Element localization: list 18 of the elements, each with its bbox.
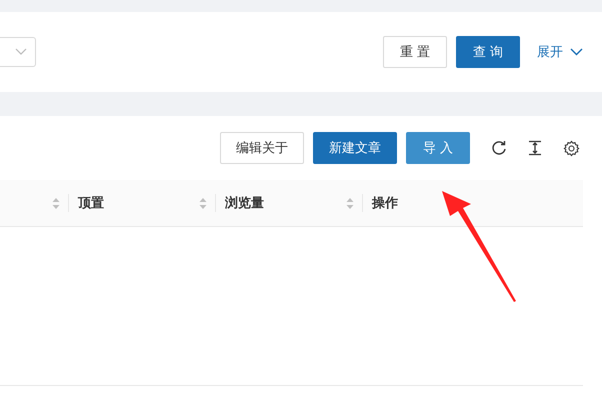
form-button[interactable]: 重 置 <box>383 36 447 68</box>
settings-icon[interactable] <box>563 140 580 156</box>
sort-icon[interactable] <box>199 196 207 210</box>
column-header: 浏览量 <box>225 194 264 212</box>
toolbar-button[interactable]: 新建文章 <box>313 132 397 164</box>
refresh-icon[interactable] <box>491 140 507 156</box>
form-button[interactable]: 查 询 <box>456 36 520 68</box>
chevron-down-icon <box>570 48 583 56</box>
expand-link[interactable]: 展开 <box>537 43 583 61</box>
column-header: 操作 <box>372 195 398 212</box>
column-header: 顶置 <box>78 195 104 212</box>
toolbar-button[interactable]: 导 入 <box>406 132 470 164</box>
sort-icon[interactable] <box>52 196 60 210</box>
column-height-icon[interactable] <box>527 140 543 156</box>
toolbar-button[interactable]: 编辑关于 <box>220 132 304 164</box>
sort-icon[interactable] <box>346 196 354 210</box>
select-field[interactable] <box>0 37 36 67</box>
chevron-down-icon <box>15 48 27 56</box>
